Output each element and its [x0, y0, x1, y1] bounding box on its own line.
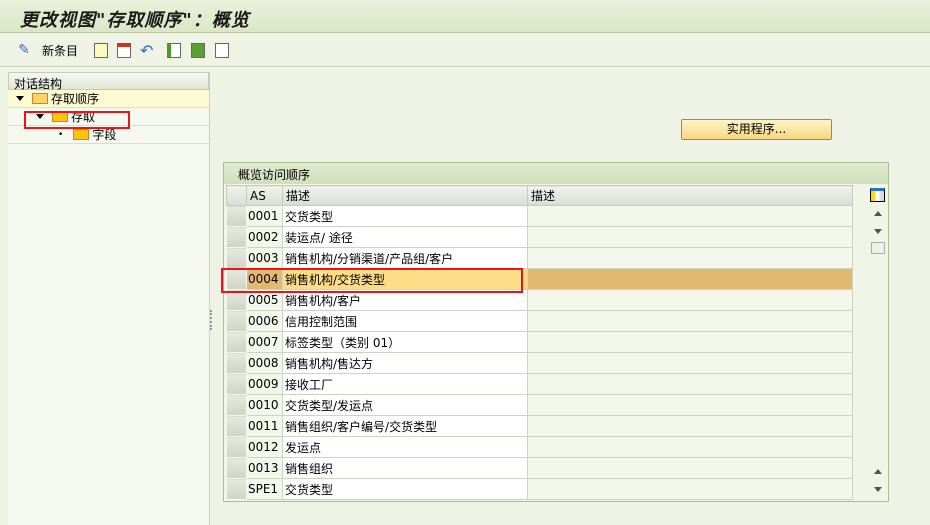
- cell-description-2: [527, 373, 853, 395]
- table-row[interactable]: 0006 信用控制范围: [226, 310, 853, 332]
- cell-as: 0006: [246, 310, 283, 332]
- row-selector[interactable]: [226, 352, 247, 374]
- cell-as: 0011: [246, 415, 283, 437]
- cell-description-2: [527, 226, 853, 248]
- table-row[interactable]: 0003 销售机构/分销渠道/产品组/客户: [226, 247, 853, 269]
- cell-description[interactable]: 标签类型（类别 01）: [282, 331, 528, 353]
- cell-description[interactable]: 销售机构/售达方: [282, 352, 528, 374]
- row-selector[interactable]: [226, 247, 247, 269]
- scroll-down-button[interactable]: [869, 223, 886, 239]
- cell-description-2: [527, 457, 853, 479]
- cell-as: 0002: [246, 226, 283, 248]
- folder-icon: [73, 129, 90, 140]
- delete-icon[interactable]: [117, 41, 131, 59]
- row-selector[interactable]: [226, 373, 247, 395]
- scrollbar-thumb[interactable]: [869, 241, 886, 255]
- row-selector[interactable]: [226, 226, 247, 248]
- row-selector[interactable]: [226, 331, 247, 353]
- row-selector[interactable]: [226, 457, 247, 479]
- table-row[interactable]: 0008 销售机构/售达方: [226, 352, 853, 374]
- tree-node-access-sequence[interactable]: 存取顺序: [8, 90, 209, 108]
- dialog-structure-header: 对话结构: [8, 72, 209, 91]
- display-change-icon[interactable]: ✎: [14, 41, 34, 59]
- access-sequence-table: AS 描述 描述 0001 交货类型 0002 装运点/ 途径 0003 销售机构/分销渠…: [226, 185, 853, 500]
- table-row[interactable]: 0001 交货类型: [226, 205, 853, 227]
- row-selector[interactable]: [226, 436, 247, 458]
- window-title: 更改视图"存取顺序"：概览: [20, 10, 250, 31]
- table-row[interactable]: SPE1 交货类型: [226, 478, 853, 500]
- leaf-bullet-icon: •: [58, 129, 64, 140]
- select-all-cell[interactable]: [226, 185, 247, 206]
- dialog-structure-pane: 对话结构 存取顺序 存取 • 字段: [8, 72, 210, 525]
- annotation-box: [221, 268, 523, 293]
- cell-description[interactable]: 交货类型: [282, 205, 528, 227]
- row-selector[interactable]: [226, 394, 247, 416]
- column-header-description-2[interactable]: 描述: [527, 185, 853, 206]
- cell-description-2: [527, 478, 853, 500]
- cell-as: 0012: [246, 436, 283, 458]
- table-row[interactable]: 0011 销售组织/客户编号/交货类型: [226, 415, 853, 437]
- table-row[interactable]: 0009 接收工厂: [226, 373, 853, 395]
- select-block-icon[interactable]: [191, 41, 205, 59]
- expand-icon[interactable]: [16, 96, 24, 101]
- cell-as: 0007: [246, 331, 283, 353]
- table-row[interactable]: 0012 发运点: [226, 436, 853, 458]
- title-bar: 更改视图"存取顺序"：概览: [0, 0, 930, 33]
- cell-description-2: [527, 310, 853, 332]
- row-selector[interactable]: [226, 205, 247, 227]
- cell-description[interactable]: 装运点/ 途径: [282, 226, 528, 248]
- cell-as: 0003: [246, 247, 283, 269]
- utilities-button[interactable]: 实用程序...: [681, 119, 832, 140]
- cell-description-2: [527, 352, 853, 374]
- table-row[interactable]: 0007 标签类型（类别 01）: [226, 331, 853, 353]
- cell-description-2: [527, 289, 853, 311]
- cell-as: 0001: [246, 205, 283, 227]
- toolbar: ✎ 新条目 ↶: [0, 33, 930, 67]
- table-title: 概览访问顺序: [224, 163, 888, 184]
- cell-description-2: [527, 268, 853, 290]
- cell-as: 0009: [246, 373, 283, 395]
- column-config-icon[interactable]: [869, 186, 886, 204]
- select-all-icon[interactable]: [167, 41, 181, 59]
- cell-as: 0008: [246, 352, 283, 374]
- cell-description[interactable]: 发运点: [282, 436, 528, 458]
- cell-description-2: [527, 394, 853, 416]
- column-header-description[interactable]: 描述: [282, 185, 528, 206]
- cell-as: 0013: [246, 457, 283, 479]
- row-selector[interactable]: [226, 310, 247, 332]
- cell-description-2: [527, 331, 853, 353]
- access-sequence-table-panel: 概览访问顺序 AS 描述 描述 0001 交货类型 0002 装运点/ 途径 0003 销…: [223, 162, 889, 502]
- cell-description-2: [527, 205, 853, 227]
- cell-description-2: [527, 415, 853, 437]
- page-up-button[interactable]: [869, 463, 886, 479]
- cell-description[interactable]: 交货类型: [282, 478, 528, 500]
- page-down-button[interactable]: [869, 481, 886, 497]
- new-entries-label: 新条目: [42, 43, 79, 58]
- table-row[interactable]: 0002 装运点/ 途径: [226, 226, 853, 248]
- column-header-as[interactable]: AS: [246, 185, 283, 206]
- new-entries-button[interactable]: 新条目: [42, 41, 78, 59]
- cell-description[interactable]: 销售组织/客户编号/交货类型: [282, 415, 528, 437]
- cell-description[interactable]: 销售机构/分销渠道/产品组/客户: [282, 247, 528, 269]
- cell-description[interactable]: 接收工厂: [282, 373, 528, 395]
- cell-description[interactable]: 销售组织: [282, 457, 528, 479]
- undo-icon[interactable]: ↶: [140, 41, 153, 60]
- cell-description[interactable]: 交货类型/发运点: [282, 394, 528, 416]
- tree-node-label: 存取顺序: [51, 92, 100, 106]
- copy-icon[interactable]: [94, 41, 108, 59]
- table-row[interactable]: 0010 交货类型/发运点: [226, 394, 853, 416]
- cell-description[interactable]: 信用控制范围: [282, 310, 528, 332]
- cell-as: 0010: [246, 394, 283, 416]
- deselect-all-icon[interactable]: [215, 41, 229, 59]
- pane-splitter[interactable]: [210, 310, 214, 330]
- cell-description-2: [527, 436, 853, 458]
- table-row[interactable]: 0013 销售组织: [226, 457, 853, 479]
- row-selector[interactable]: [226, 478, 247, 500]
- row-selector[interactable]: [226, 415, 247, 437]
- annotation-box: [24, 111, 130, 129]
- open-folder-icon: [32, 93, 48, 104]
- cell-description-2: [527, 247, 853, 269]
- cell-as: SPE1: [246, 478, 283, 500]
- scroll-up-button[interactable]: [869, 205, 886, 221]
